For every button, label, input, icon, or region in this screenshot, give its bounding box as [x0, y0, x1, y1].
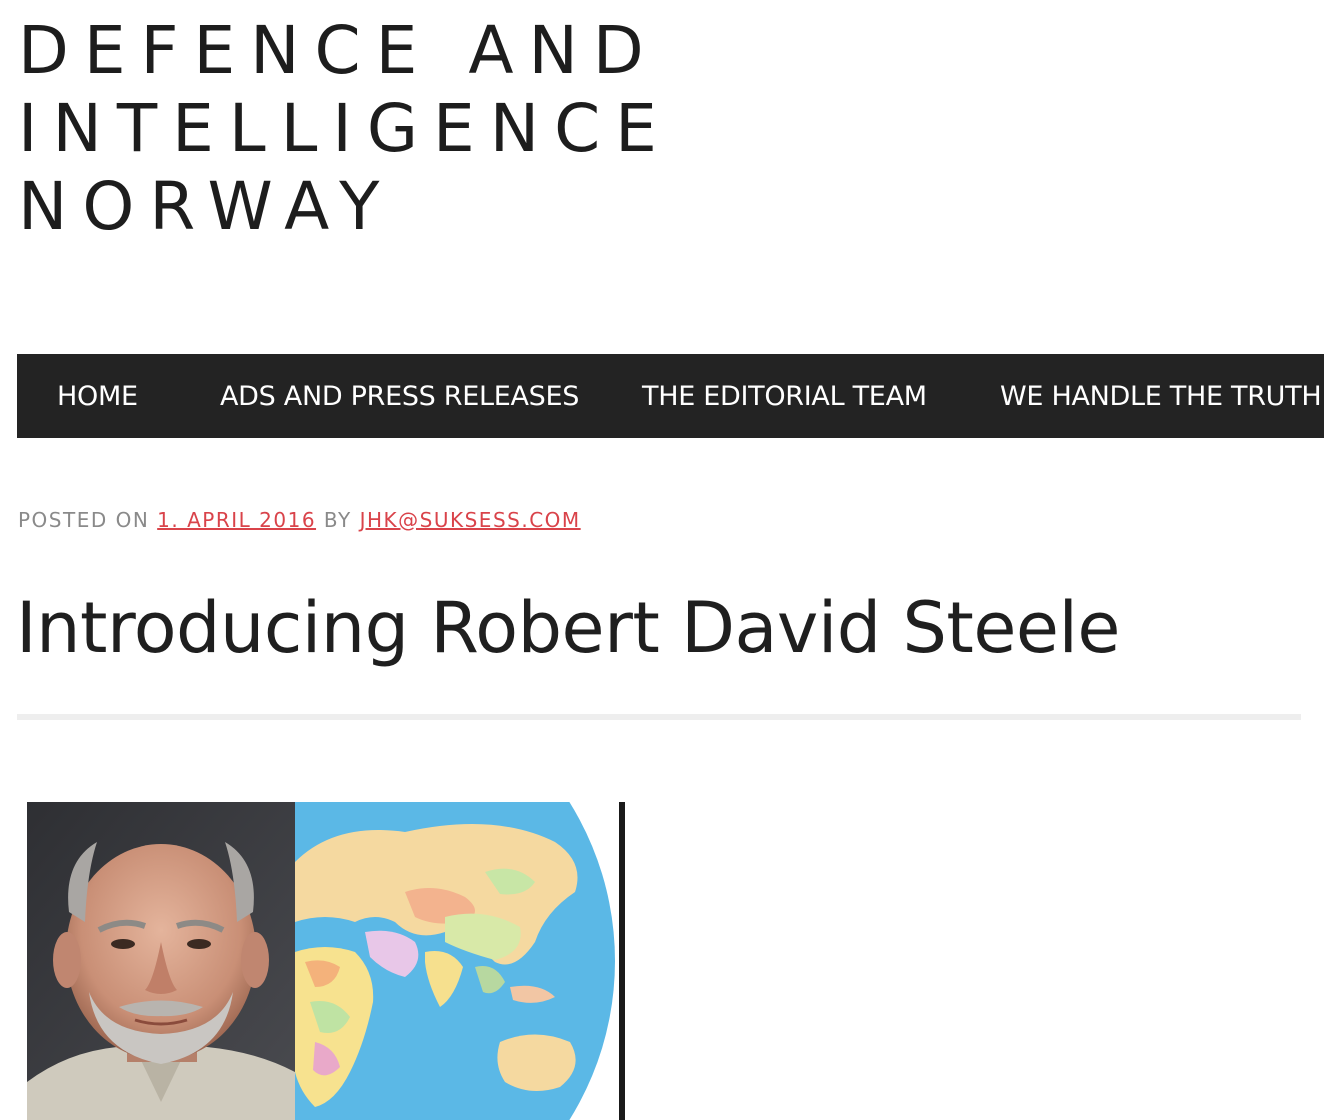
- world-map: [295, 802, 619, 1120]
- main-navigation: HOME ADS AND PRESS RELEASES THE EDITORIA…: [17, 354, 1324, 438]
- site-title-line-2[interactable]: INTELLIGENCE: [18, 90, 778, 168]
- featured-image[interactable]: [27, 802, 625, 1120]
- nav-item-home[interactable]: HOME: [17, 354, 220, 438]
- title-divider: [17, 714, 1301, 720]
- image-border: [619, 802, 625, 1120]
- by-label: BY: [323, 508, 352, 532]
- post-author-link[interactable]: JHK@SUKSESS.COM: [360, 508, 581, 532]
- site-title[interactable]: DEFENCE AND INTELLIGENCE NORWAY: [18, 12, 778, 246]
- nav-item-we-handle-the-truth[interactable]: WE HANDLE THE TRUTH: [1000, 354, 1322, 438]
- portrait-photo: [27, 802, 295, 1120]
- post-meta: POSTED ON 1. APRIL 2016 BY JHK@SUKSESS.C…: [18, 508, 581, 532]
- post-date-link[interactable]: 1. APRIL 2016: [157, 508, 316, 532]
- site-title-line-1[interactable]: DEFENCE AND: [18, 12, 778, 90]
- nav-item-ads-and-press-releases[interactable]: ADS AND PRESS RELEASES: [220, 354, 642, 438]
- nav-item-editorial-team[interactable]: THE EDITORIAL TEAM: [642, 354, 1000, 438]
- posted-on-label: POSTED ON: [18, 508, 150, 532]
- post-title: Introducing Robert David Steele: [16, 587, 1121, 669]
- site-title-line-3[interactable]: NORWAY: [18, 168, 778, 246]
